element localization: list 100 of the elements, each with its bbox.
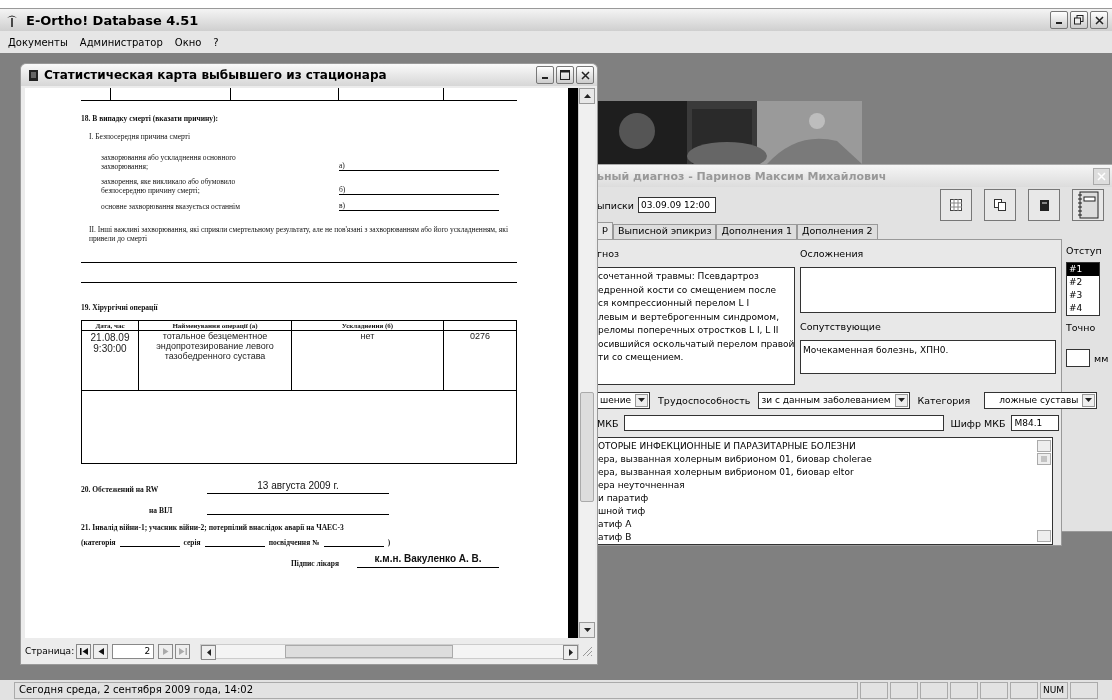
status-panel <box>950 682 978 699</box>
comorbidities-text-area[interactable]: Мочекаменная болезнь, ХПН0. <box>800 340 1056 374</box>
list-item[interactable]: ера, вызванная холерным вибрионом 01, биовар cholerae <box>598 453 1036 466</box>
status-panel <box>920 682 948 699</box>
restore-icon <box>1074 15 1084 25</box>
date-field[interactable]: 03.09.09 12:00 <box>638 197 717 213</box>
dropdown[interactable]: ложные суставы <box>984 391 1098 409</box>
next-page-icon <box>162 647 169 655</box>
restore-button[interactable] <box>1070 11 1088 29</box>
fill-in-line: 13 августа 2009 г. <box>207 480 389 494</box>
tab[interactable]: Выписной эпикриз <box>613 224 717 239</box>
complications-text-area[interactable] <box>800 267 1056 313</box>
list-item[interactable]: и паратиф <box>598 492 1036 505</box>
scroll-right-button[interactable] <box>563 644 578 660</box>
horizontal-scrollbar[interactable] <box>200 643 579 659</box>
status-panel <box>890 682 918 699</box>
list-item[interactable]: ОТОРЫЕ ИНФЕКЦИОННЫЕ И ПАРАЗИТАРНЫЕ БОЛЕЗНИ <box>598 440 1036 453</box>
table-cell: тотальное безцементное эндопротезирование левого тазобедренного сустава <box>138 330 292 391</box>
last-page-button[interactable] <box>175 643 191 659</box>
field-label: Шифр МКБ <box>950 417 1006 429</box>
signature-line: к.м.н. Вакуленко А. В. <box>357 553 500 568</box>
page-number-field[interactable]: 2 <box>112 643 155 659</box>
first-page-button[interactable] <box>76 643 92 659</box>
page-label: Страница: <box>25 646 75 656</box>
close-icon <box>1094 15 1104 25</box>
dropdown-arrow-icon <box>638 398 646 402</box>
list-item[interactable]: ера, вызванная холерным вибрионом 01, биовар eltor <box>598 466 1036 479</box>
list-item[interactable]: #2 <box>1067 276 1099 289</box>
maximize-button[interactable] <box>556 66 574 84</box>
previous-page-button[interactable] <box>93 643 109 659</box>
status-panel <box>860 682 888 699</box>
list-item[interactable]: шной тиф <box>598 505 1036 518</box>
list-item[interactable]: ера неуточненная <box>598 479 1036 492</box>
tab[interactable]: Дополнения 2 <box>797 224 878 239</box>
scrollbar-thumb[interactable] <box>580 392 594 502</box>
table-cell: нет <box>291 330 444 391</box>
field-label: Трудоспособность <box>658 394 751 406</box>
document-icon <box>29 69 38 81</box>
window-title: E-Ortho! Database 4.51 <box>26 12 200 28</box>
menu-item[interactable]: ? <box>211 36 221 48</box>
field-label: Сопутствующие <box>800 321 882 332</box>
scrollbar-thumb[interactable] <box>285 644 453 658</box>
field-label: МКБ <box>597 417 619 429</box>
status-panel <box>980 682 1008 699</box>
notebook-icon <box>1077 191 1099 219</box>
field-label: Отступ <box>1066 245 1103 256</box>
list-item[interactable]: #1 <box>1067 263 1099 276</box>
triangle-down-icon <box>583 628 591 632</box>
status-text: Сегодня среда, 2 сентября 2009 года, 14:02 <box>14 682 858 699</box>
list-item[interactable]: #4 <box>1067 302 1099 315</box>
dropdown-arrow-icon <box>897 398 905 402</box>
copy-icon <box>994 199 1006 211</box>
window-title: Статистическая карта выбывшего из стационара <box>44 68 388 82</box>
close-button[interactable] <box>1090 11 1108 29</box>
next-page-button[interactable] <box>158 643 174 659</box>
close-icon <box>580 70 590 80</box>
close-icon <box>1097 171 1106 181</box>
grid-icon <box>950 199 962 211</box>
minimize-button[interactable] <box>536 66 554 84</box>
maximize-icon <box>560 70 570 80</box>
previous-page-icon <box>97 647 104 655</box>
book-icon <box>1039 199 1049 211</box>
status-indicator: NUM <box>1040 682 1068 699</box>
menu-item[interactable]: Окно <box>172 36 204 48</box>
close-button[interactable] <box>576 66 594 84</box>
mkb-field[interactable] <box>624 415 945 431</box>
list-item[interactable]: #3 <box>1067 289 1099 302</box>
status-panel <box>1010 682 1038 699</box>
exact-field[interactable] <box>1066 349 1090 367</box>
minimize-button[interactable] <box>1050 11 1068 29</box>
grip-icon <box>1041 456 1047 462</box>
scrollbar-thumb[interactable] <box>1037 453 1051 465</box>
menu-item[interactable]: Администратор <box>77 36 165 48</box>
first-page-icon <box>79 647 88 655</box>
last-page-icon <box>178 647 187 655</box>
list-item[interactable]: атиф В <box>598 531 1036 544</box>
scroll-down-button[interactable] <box>579 622 595 638</box>
mkb-code-field[interactable]: M84.1 <box>1011 415 1060 431</box>
vertical-scrollbar[interactable] <box>578 88 595 638</box>
dropdown-arrow-icon <box>1085 398 1093 402</box>
diagnosis-text-area[interactable]: сочетанной травмы: Псевдартроз едренной кости со смещением после ся компрессионный перелом L I левым и вертеброгенным синдромом, реломы поперечных отростков L I, L II осившийся оскольчатый перелом правой ти со смещением. <box>597 267 795 385</box>
menu-item[interactable]: Документы <box>6 36 70 48</box>
toolbar-button[interactable] <box>940 189 972 221</box>
triangle-right-icon <box>568 648 573 656</box>
scroll-up-button[interactable] <box>579 88 595 104</box>
scroll-left-button[interactable] <box>201 644 217 660</box>
table-cell: 21.08.09 9:30:00 <box>81 330 139 391</box>
dropdown[interactable]: зи с данным заболеванием <box>758 391 910 409</box>
dropdown[interactable]: шение <box>597 391 651 409</box>
table-cell: 0276 <box>443 330 517 391</box>
field-label: ыписки <box>597 199 635 211</box>
toolbar-button[interactable] <box>984 189 1016 221</box>
triangle-left-icon <box>206 648 211 656</box>
tab[interactable]: Дополнения 1 <box>716 224 798 239</box>
toolbar-button[interactable] <box>1028 189 1060 221</box>
toolbar-button[interactable] <box>1072 189 1104 221</box>
field-label: Осложнения <box>800 248 865 259</box>
indent-list[interactable]: #1 #2 #3 #4 <box>1066 262 1100 316</box>
list-item[interactable]: атиф А <box>598 518 1036 531</box>
resize-grip-icon <box>581 645 593 657</box>
